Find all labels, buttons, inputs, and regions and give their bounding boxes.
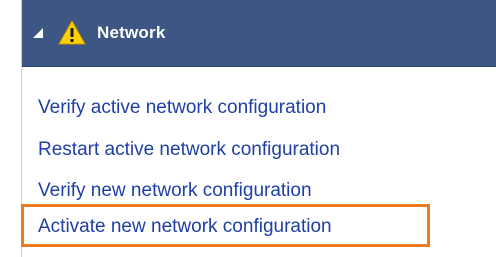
panel-header: Network	[22, 0, 496, 67]
network-panel: Network Verify active network configurat…	[21, 0, 496, 257]
activate-new-config-link[interactable]: Activate new network configuration	[38, 214, 332, 240]
action-list: Verify active network configuration Rest…	[21, 67, 496, 257]
panel-title: Network	[97, 23, 166, 42]
restart-active-config-link[interactable]: Restart active network configuration	[38, 137, 340, 163]
verify-new-config-link[interactable]: Verify new network configuration	[38, 178, 312, 204]
collapse-triangle-icon[interactable]	[31, 26, 45, 40]
warning-icon	[58, 20, 86, 45]
verify-active-config-link[interactable]: Verify active network configuration	[38, 95, 326, 121]
